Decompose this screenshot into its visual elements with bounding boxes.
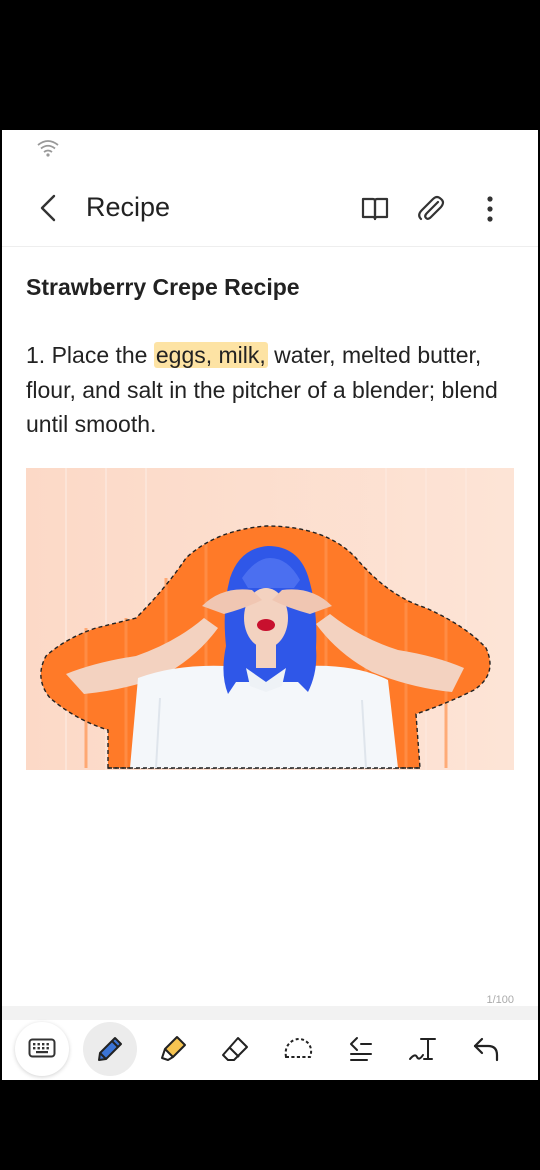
note-heading: Strawberry Crepe Recipe — [26, 274, 300, 300]
note-image[interactable] — [26, 468, 514, 770]
handwriting-to-text-icon — [407, 1035, 439, 1063]
back-button[interactable] — [30, 190, 66, 226]
attach-button[interactable] — [412, 190, 450, 228]
status-bar — [2, 130, 538, 170]
toolbar-separator — [2, 1006, 538, 1020]
pen-tool-button[interactable] — [83, 1022, 137, 1076]
eraser-tool-button[interactable] — [208, 1022, 262, 1076]
wifi-icon — [36, 138, 60, 158]
text-align-icon — [345, 1035, 375, 1063]
undo-button[interactable] — [459, 1022, 513, 1076]
keyboard-icon — [28, 1038, 56, 1060]
notes-screen: Recipe Strawberry Crepe Recipe 1. Place … — [2, 130, 538, 1080]
more-vert-icon — [486, 195, 494, 223]
appbar-divider — [2, 246, 538, 247]
note-body[interactable]: 1. Place the eggs, milk, water, melted b… — [26, 338, 516, 442]
handwriting-to-text-button[interactable] — [396, 1022, 450, 1076]
eraser-icon — [220, 1034, 250, 1064]
step-text-start: 1. Place the — [26, 342, 154, 368]
highlighted-text: eggs, milk, — [153, 342, 268, 368]
lasso-icon — [282, 1035, 314, 1063]
undo-icon — [471, 1035, 501, 1063]
drawing-toolbar — [2, 1020, 538, 1080]
reading-mode-button[interactable] — [356, 190, 394, 228]
page-title: Recipe — [86, 192, 171, 222]
pen-icon — [95, 1034, 125, 1064]
lasso-tool-button[interactable] — [271, 1022, 325, 1076]
more-options-button[interactable] — [471, 190, 509, 228]
keyboard-button[interactable] — [15, 1022, 69, 1076]
app-bar: Recipe — [2, 174, 538, 244]
highlighter-tool-button[interactable] — [146, 1022, 200, 1076]
highlighter-icon — [158, 1034, 188, 1064]
text-align-tool-button[interactable] — [333, 1022, 387, 1076]
page-indicator: 1/100 — [486, 994, 514, 1006]
paperclip-icon — [416, 194, 446, 224]
chevron-left-icon — [38, 193, 58, 223]
book-icon — [360, 196, 390, 222]
